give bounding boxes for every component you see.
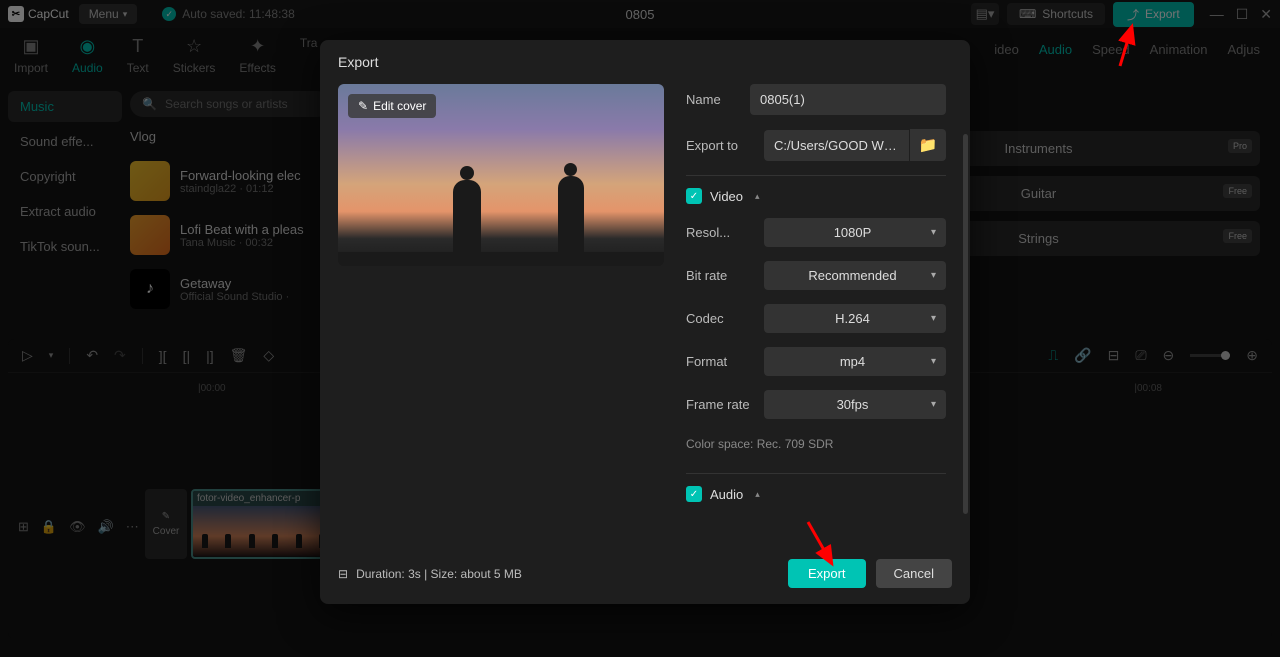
chevron-down-icon: ▾ (931, 313, 936, 324)
video-checkbox[interactable]: ✓ (686, 188, 702, 204)
export-path-input[interactable]: C:/Users/GOOD WILL ... (764, 130, 909, 161)
silhouette (558, 176, 584, 256)
cover-preview: ✎ Edit cover (338, 84, 664, 266)
scrollbar[interactable] (963, 134, 968, 514)
edit-cover-button[interactable]: ✎ Edit cover (348, 94, 436, 118)
bitrate-dropdown[interactable]: Recommended▾ (764, 261, 946, 290)
film-icon: ⊟ (338, 567, 348, 581)
framerate-dropdown[interactable]: 30fps▾ (764, 390, 946, 419)
browse-folder-button[interactable]: 📁 (910, 129, 946, 161)
silhouette (453, 180, 481, 256)
export-to-label: Export to (686, 138, 764, 153)
chevron-down-icon: ▾ (931, 270, 936, 281)
codec-label: Codec (686, 311, 764, 326)
chevron-down-icon: ▾ (931, 227, 936, 238)
resolution-dropdown[interactable]: 1080P▾ (764, 218, 946, 247)
resolution-label: Resol... (686, 225, 764, 240)
ground (338, 252, 664, 266)
codec-dropdown[interactable]: H.264▾ (764, 304, 946, 333)
video-section-header: ✓ Video ▴ (686, 188, 946, 204)
name-input[interactable] (750, 84, 946, 115)
export-confirm-button[interactable]: Export (788, 559, 866, 588)
framerate-label: Frame rate (686, 397, 764, 412)
cancel-button[interactable]: Cancel (876, 559, 952, 588)
audio-checkbox[interactable]: ✓ (686, 486, 702, 502)
format-dropdown[interactable]: mp4▾ (764, 347, 946, 376)
chevron-down-icon: ▾ (931, 399, 936, 410)
collapse-icon[interactable]: ▴ (755, 489, 760, 500)
export-dialog: Export ✎ Edit cover Name Export to C:/Us… (320, 40, 970, 604)
folder-icon: 📁 (919, 136, 938, 154)
colorspace-info: Color space: Rec. 709 SDR (686, 437, 946, 451)
dialog-footer: ⊟ Duration: 3s | Size: about 5 MB Export… (320, 545, 970, 604)
pencil-icon: ✎ (358, 99, 368, 113)
audio-section-header: ✓ Audio ▴ (686, 486, 946, 502)
chevron-down-icon: ▾ (931, 356, 936, 367)
bitrate-label: Bit rate (686, 268, 764, 283)
dialog-title: Export (320, 40, 970, 84)
collapse-icon[interactable]: ▴ (755, 191, 760, 202)
format-label: Format (686, 354, 764, 369)
name-label: Name (686, 92, 750, 107)
duration-info: ⊟ Duration: 3s | Size: about 5 MB (338, 567, 522, 581)
